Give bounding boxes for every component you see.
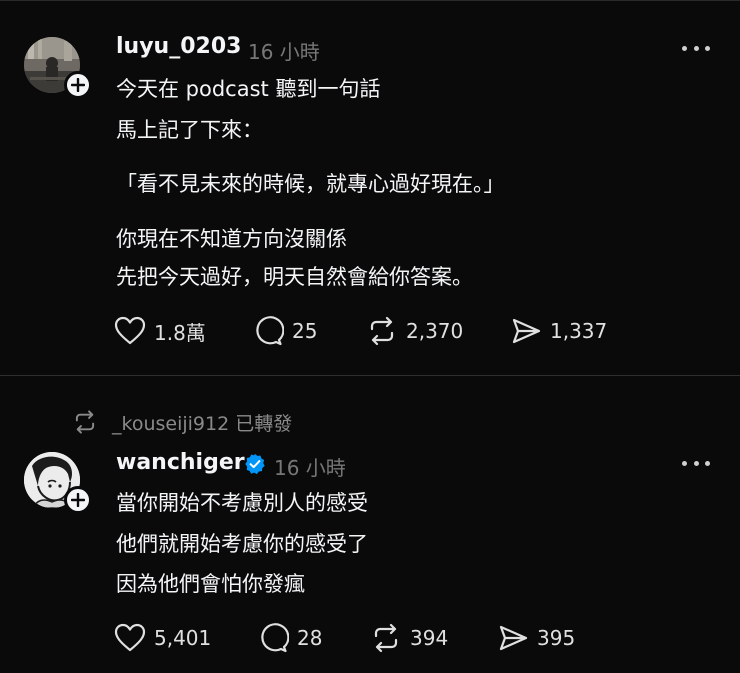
share-count: 1,337 <box>550 319 608 343</box>
like-count: 5,401 <box>154 626 212 650</box>
reply-button[interactable]: 28 <box>257 620 322 656</box>
share-count: 395 <box>537 626 576 650</box>
share-button[interactable]: 395 <box>497 620 575 656</box>
post-text-line: 「看不見未來的時候，就專心過好現在。」 <box>116 172 505 196</box>
repost-label: _kouseiji912 已轉發 <box>112 412 293 435</box>
plus-icon <box>71 78 85 92</box>
post-wanchiger: _kouseiji912 已轉發 wanchiger 16 小時 當你開始不考慮… <box>0 376 740 673</box>
reply-count: 28 <box>297 626 323 650</box>
comment-icon <box>256 316 284 346</box>
username[interactable]: wanchiger <box>116 450 245 475</box>
avatar-wrap[interactable] <box>24 37 92 99</box>
plus-icon <box>71 493 85 507</box>
repost-button[interactable]: 394 <box>370 620 448 656</box>
repost-icon <box>374 623 398 653</box>
more-options-button[interactable] <box>682 458 710 468</box>
post-text-line: 先把今天過好，明天自然會給你答案。 <box>116 265 473 289</box>
post-text-line: 馬上記了下來： <box>116 118 263 142</box>
comment-icon <box>261 623 289 653</box>
dot-icon <box>682 460 687 466</box>
like-button[interactable]: 1.8萬 <box>114 313 206 349</box>
post-text-line: 今天在 podcast 聽到一句話 <box>116 77 381 101</box>
post-luyu: luyu_0203 16 小時 今天在 podcast 聽到一句話 馬上記了下來… <box>0 0 740 375</box>
repost-icon <box>75 410 95 434</box>
dot-icon <box>693 45 699 51</box>
repost-button[interactable]: 2,370 <box>366 313 463 349</box>
follow-button[interactable] <box>64 71 92 99</box>
post-text-line: 他們就開始考慮你的感受了 <box>116 532 368 556</box>
share-button[interactable]: 1,337 <box>510 313 607 349</box>
username[interactable]: luyu_0203 <box>116 34 241 59</box>
repost-count: 2,370 <box>406 319 464 343</box>
dot-icon <box>705 45 710 51</box>
post-text-line: 你現在不知道方向沒關係 <box>116 227 347 251</box>
dot-icon <box>693 460 699 466</box>
dot-icon <box>682 45 687 51</box>
heart-icon <box>114 316 146 345</box>
post-time[interactable]: 16 小時 <box>248 36 320 65</box>
post-text-line: 當你開始不考慮別人的感受 <box>116 491 368 515</box>
verified-badge-icon <box>245 453 265 475</box>
reply-count: 25 <box>292 319 318 343</box>
reply-button[interactable]: 25 <box>252 313 317 349</box>
repost-count: 394 <box>410 626 449 650</box>
post-text-line: 因為他們會怕你發瘋 <box>116 572 305 596</box>
send-icon <box>512 318 541 344</box>
avatar-wrap[interactable] <box>24 452 92 514</box>
post-time[interactable]: 16 小時 <box>274 452 346 481</box>
dot-icon <box>705 460 710 466</box>
like-count: 1.8萬 <box>154 320 206 345</box>
more-options-button[interactable] <box>682 43 710 53</box>
repost-header[interactable]: _kouseiji912 已轉發 <box>72 408 292 436</box>
send-icon <box>499 625 528 651</box>
like-button[interactable]: 5,401 <box>114 620 211 656</box>
heart-icon <box>114 623 146 652</box>
follow-button[interactable] <box>64 486 92 514</box>
repost-icon <box>370 316 394 346</box>
